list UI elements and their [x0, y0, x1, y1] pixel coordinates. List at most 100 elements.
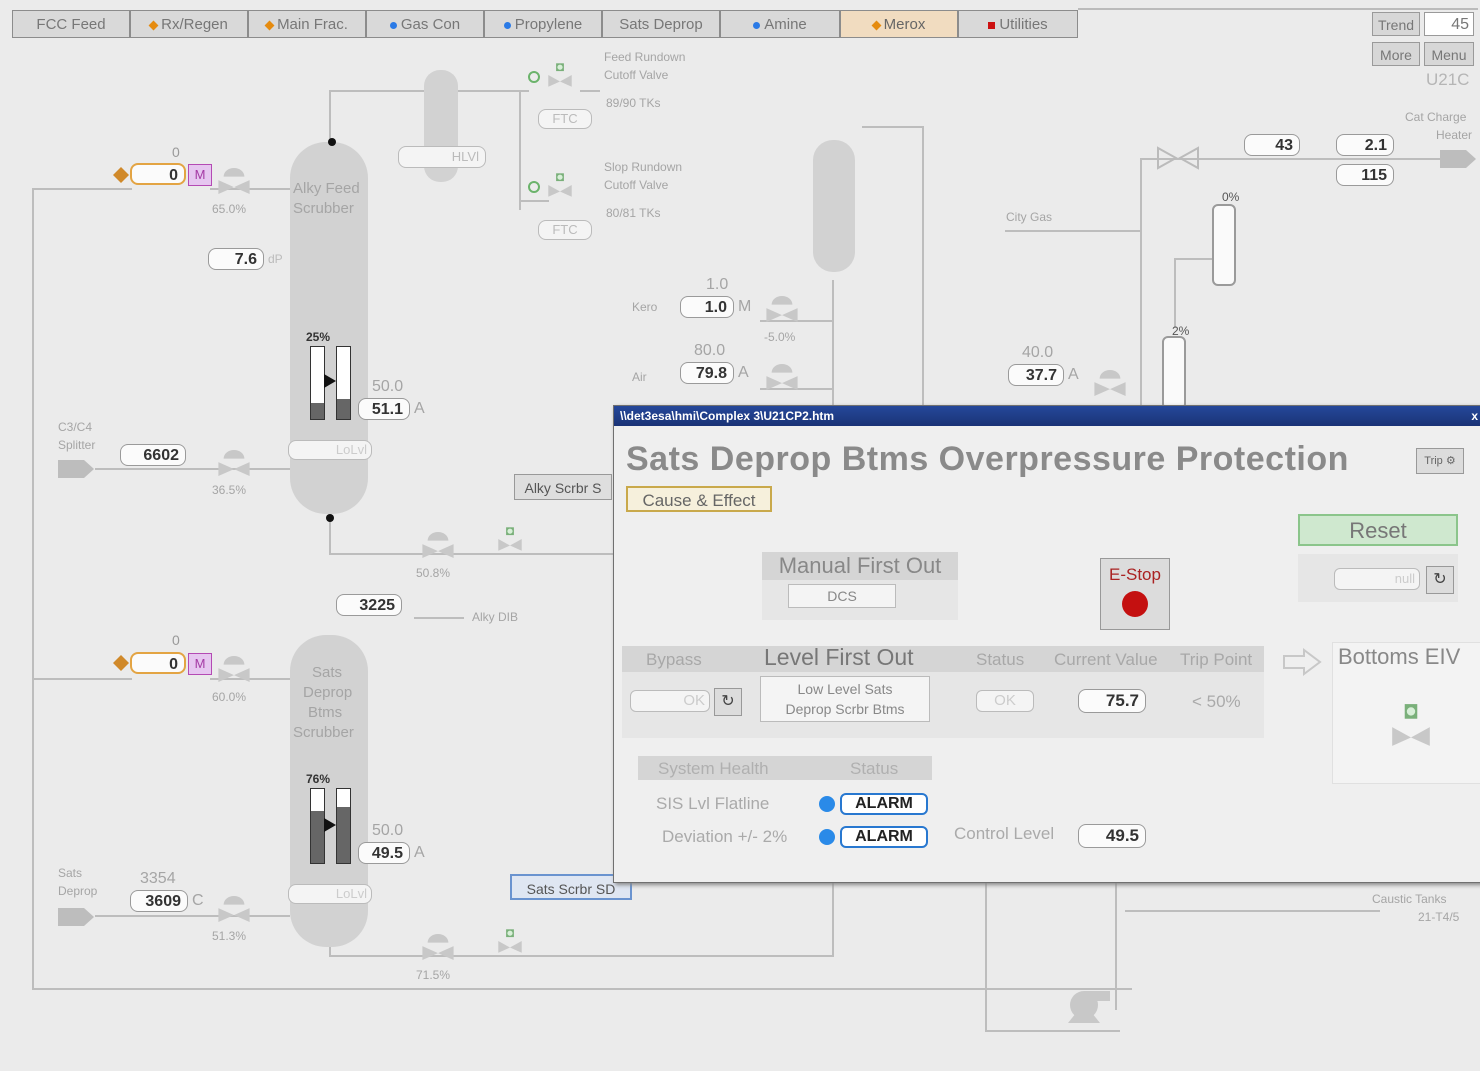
tab-fcc-feed[interactable]: FCC Feed [12, 10, 130, 38]
alky-feed-control-valve-icon[interactable] [214, 168, 254, 194]
city-gas-pv[interactable]: 37.7 [1008, 364, 1064, 386]
trip-button[interactable]: Trip ⚙ [1416, 448, 1464, 474]
feed-rundown-valve-icon[interactable] [540, 62, 580, 88]
sats-deprop-feed-valve-icon[interactable] [214, 896, 254, 922]
cat-charge-label-2: Heater [1436, 128, 1473, 142]
sats-scrubber-valve-pct: 60.0% [212, 690, 247, 704]
c3c4-splitter-flow[interactable]: 6602 [120, 444, 186, 466]
sis-flatline-alarm[interactable]: ALARM [840, 793, 928, 815]
trend-value[interactable]: 45 [1424, 12, 1474, 36]
offpage-arrow-icon[interactable] [1440, 148, 1478, 170]
bypass-status-field: OK [630, 690, 710, 712]
trip-point-header: Trip Point [1180, 650, 1253, 669]
control-level-value[interactable]: 49.5 [1078, 824, 1146, 848]
tab-label: Merox [883, 16, 926, 33]
alky-scrubber-outlet-valve-icon[interactable] [418, 532, 458, 558]
alky-feed-level-pv[interactable]: 51.1 [358, 398, 410, 420]
cause-effect-button[interactable]: Cause & Effect [626, 486, 772, 512]
air-label: Air [632, 370, 647, 384]
trend-button[interactable]: Trend [1372, 12, 1420, 36]
tab-main-frac[interactable]: Main Frac. [248, 10, 366, 38]
cat-charge-value-2[interactable]: 2.1 [1336, 134, 1394, 156]
cat-charge-value-3[interactable]: 115 [1336, 164, 1394, 186]
tab-label: Main Frac. [277, 16, 348, 33]
sats-scrubber-outlet-valve-icon[interactable] [418, 934, 458, 960]
popup-title-bar[interactable]: \\det3esa\hmi\Complex 3\U21CP2.htm x [614, 406, 1480, 426]
cat-charge-value-1[interactable]: 43 [1244, 134, 1300, 156]
feed-rundown-tks: 89/90 TKs [606, 96, 661, 110]
offpage-arrow-icon[interactable] [58, 458, 96, 480]
sats-scrubber-lolvl-indicator: LoLvl [288, 884, 372, 904]
mid-valve-pct: 50.8% [416, 566, 451, 580]
alky-feed-mode-badge[interactable]: M [188, 164, 212, 186]
status-diamond-icon [148, 20, 159, 30]
bottoms-eiv-label: Bottoms EIV [1338, 644, 1461, 669]
sats-scrubber-level-bar [310, 788, 325, 864]
alky-feed-dp-value[interactable]: 7.6 [208, 248, 264, 270]
alky-dib-flow[interactable]: 3225 [336, 594, 402, 616]
sats-scrubber-mode-badge[interactable]: M [188, 653, 212, 675]
more-button[interactable]: More [1372, 42, 1420, 66]
alky-feed-sp: 0 [172, 144, 180, 160]
caustic-tanks-label-2: 21-T4/5 [1418, 910, 1460, 924]
connector-dot [328, 138, 336, 146]
alky-scrubber-shutoff-valve-icon[interactable] [490, 526, 530, 552]
air-mode: A [738, 364, 749, 381]
tab-merox[interactable]: Merox [840, 10, 958, 38]
air-control-valve-icon[interactable] [762, 364, 802, 390]
tab-label: Rx/Regen [161, 16, 228, 33]
tab-sats-deprop[interactable]: Sats Deprop [602, 10, 720, 38]
kero-flow-pv[interactable]: 1.0 [680, 296, 734, 318]
sats-scrubber-level-pv[interactable]: 49.5 [358, 842, 410, 864]
level-first-out-header: Level First Out [764, 644, 914, 670]
sats-deprop-feed-pv[interactable]: 3609 [130, 890, 188, 912]
c3c4-control-valve-icon[interactable] [214, 450, 254, 476]
kero-label: Kero [632, 300, 658, 314]
estop-button[interactable]: E-Stop [1100, 558, 1170, 630]
alky-dib-label: Alky DIB [472, 610, 519, 624]
sats-scrubber-label-2: Deprop [303, 684, 353, 701]
check-valve-icon [1157, 146, 1199, 170]
tab-label: Sats Deprop [619, 16, 703, 33]
deviation-label: Deviation +/- 2% [662, 827, 788, 846]
level-status-field: OK [976, 690, 1034, 712]
air-flow-pv[interactable]: 79.8 [680, 362, 734, 384]
menu-button[interactable]: Menu [1424, 42, 1474, 66]
air-sp: 80.0 [694, 342, 726, 359]
arrow-right-icon [1283, 648, 1322, 676]
tab-label: Propylene [514, 16, 583, 33]
tab-utilities[interactable]: Utilities [958, 10, 1078, 38]
bypass-refresh-icon[interactable]: ↻ [714, 688, 742, 716]
reset-button[interactable]: Reset [1298, 514, 1458, 546]
sats-scrubber-level-sp: 50.0 [372, 822, 404, 839]
bottoms-eiv-valve-icon[interactable] [490, 928, 530, 954]
status-square-icon [988, 21, 996, 29]
sats-scrubber-control-valve-icon[interactable] [214, 656, 254, 682]
alky-scrbr-s-button[interactable]: Alky Scrbr S [514, 474, 612, 500]
tab-gas-con[interactable]: Gas Con [366, 10, 484, 38]
offpage-arrow-icon[interactable] [58, 906, 96, 928]
sats-scrubber-flow-pv[interactable]: 0 [130, 652, 186, 674]
kero-control-valve-icon[interactable] [762, 296, 802, 322]
city-gas-control-valve-icon[interactable] [1090, 370, 1130, 396]
feed-ftc-indicator: FTC [538, 109, 592, 129]
hlvl-indicator[interactable]: HLVl [398, 146, 486, 168]
reset-refresh-icon[interactable]: ↻ [1426, 566, 1454, 594]
sats-scrubber-level-pct: 76% [306, 772, 331, 786]
slop-rundown-valve-icon[interactable] [540, 172, 580, 198]
status-diamond-icon [264, 20, 275, 30]
close-icon[interactable]: x [1471, 406, 1478, 426]
alky-feed-level-bar-2 [336, 346, 351, 420]
deviation-alarm[interactable]: ALARM [840, 826, 928, 848]
alarm-indicator-icon [819, 796, 835, 812]
pump-icon[interactable] [1062, 985, 1112, 1025]
tab-propylene[interactable]: Propylene [484, 10, 602, 38]
alky-feed-flow-pv[interactable]: 0 [130, 163, 186, 185]
level-table-header [622, 646, 1264, 672]
tab-amine[interactable]: Amine [720, 10, 840, 38]
alarm-indicator-icon [819, 829, 835, 845]
bottoms-eiv-valve-icon[interactable] [1390, 702, 1432, 748]
tab-rx-regen[interactable]: Rx/Regen [130, 10, 248, 38]
level-description-line-2: Deprop Scrbr Btms [785, 701, 905, 717]
current-value-field[interactable]: 75.7 [1078, 689, 1146, 713]
